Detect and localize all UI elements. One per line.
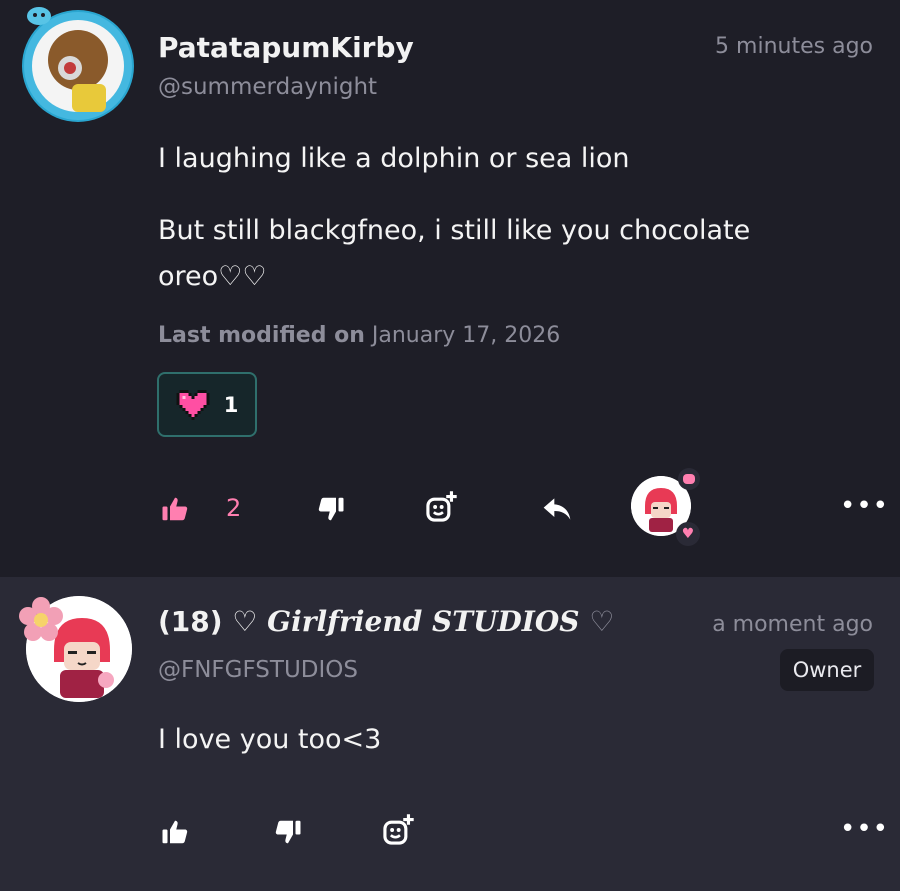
reply-body: I love you too<3 [158,724,382,755]
reaction-count: 1 [223,392,239,417]
post-author-name[interactable]: PatatapumKirby [158,31,414,64]
dislike-button[interactable] [314,492,348,526]
reply-timestamp: a moment ago [712,612,873,637]
reply-card: (18) ♡ Girlfriend STUDIOS ♡ a moment ago… [0,577,900,891]
reply-author-prefix: (18) ♡ [158,605,258,638]
speech-bubble-icon [678,468,700,490]
reply-author-suffix: ♡ [589,605,615,638]
reply-like-button[interactable] [158,815,192,849]
post-timestamp: 5 minutes ago [715,34,873,59]
reply-author-name[interactable]: (18) ♡ Girlfriend STUDIOS ♡ [158,605,614,638]
heart-badge-icon: ♥ [676,522,700,546]
like-button[interactable] [158,492,192,526]
thumbs-up-icon [162,820,188,844]
reply-button[interactable] [540,492,574,526]
add-emoji-icon [383,814,414,845]
post-card: PatatapumKirby @summerdaynight 5 minutes… [0,0,900,577]
owner-badge: Owner [780,649,874,691]
post-author-handle[interactable]: @summerdaynight [158,74,377,100]
reply-arrow-icon [543,498,571,520]
last-modified-label: Last modified on [158,323,365,348]
avatar-decoration-icon [26,4,52,26]
last-modified: Last modified on January 17, 2026 [158,323,560,348]
post-body-line-2: But still blackgfneo, i still like you c… [158,215,751,246]
thumbs-up-icon [162,497,188,521]
like-count: 2 [226,494,242,522]
post-author-avatar[interactable] [22,10,134,122]
flower-decoration-icon [16,595,66,645]
last-modified-date: January 17, 2026 [371,323,561,348]
reply-author-styled: Girlfriend STUDIOS [267,605,580,638]
pixel-heart-icon [176,389,210,420]
add-emoji-icon [426,491,457,522]
reply-more-options-button[interactable]: ••• [840,816,889,842]
more-options-button[interactable]: ••• [840,493,889,519]
reply-dislike-button[interactable] [271,815,305,849]
thumbs-down-icon [275,820,301,844]
thumbs-down-icon [318,497,344,521]
reply-author-handle[interactable]: @FNFGFSTUDIOS [158,657,358,683]
heart-reaction-chip[interactable]: 1 [157,372,257,437]
post-body-line-3: oreo♡♡ [158,261,267,292]
reply-add-reaction-button[interactable] [381,813,415,847]
add-reaction-button[interactable] [424,490,458,524]
post-body-line-1: I laughing like a dolphin or sea lion [158,143,630,174]
